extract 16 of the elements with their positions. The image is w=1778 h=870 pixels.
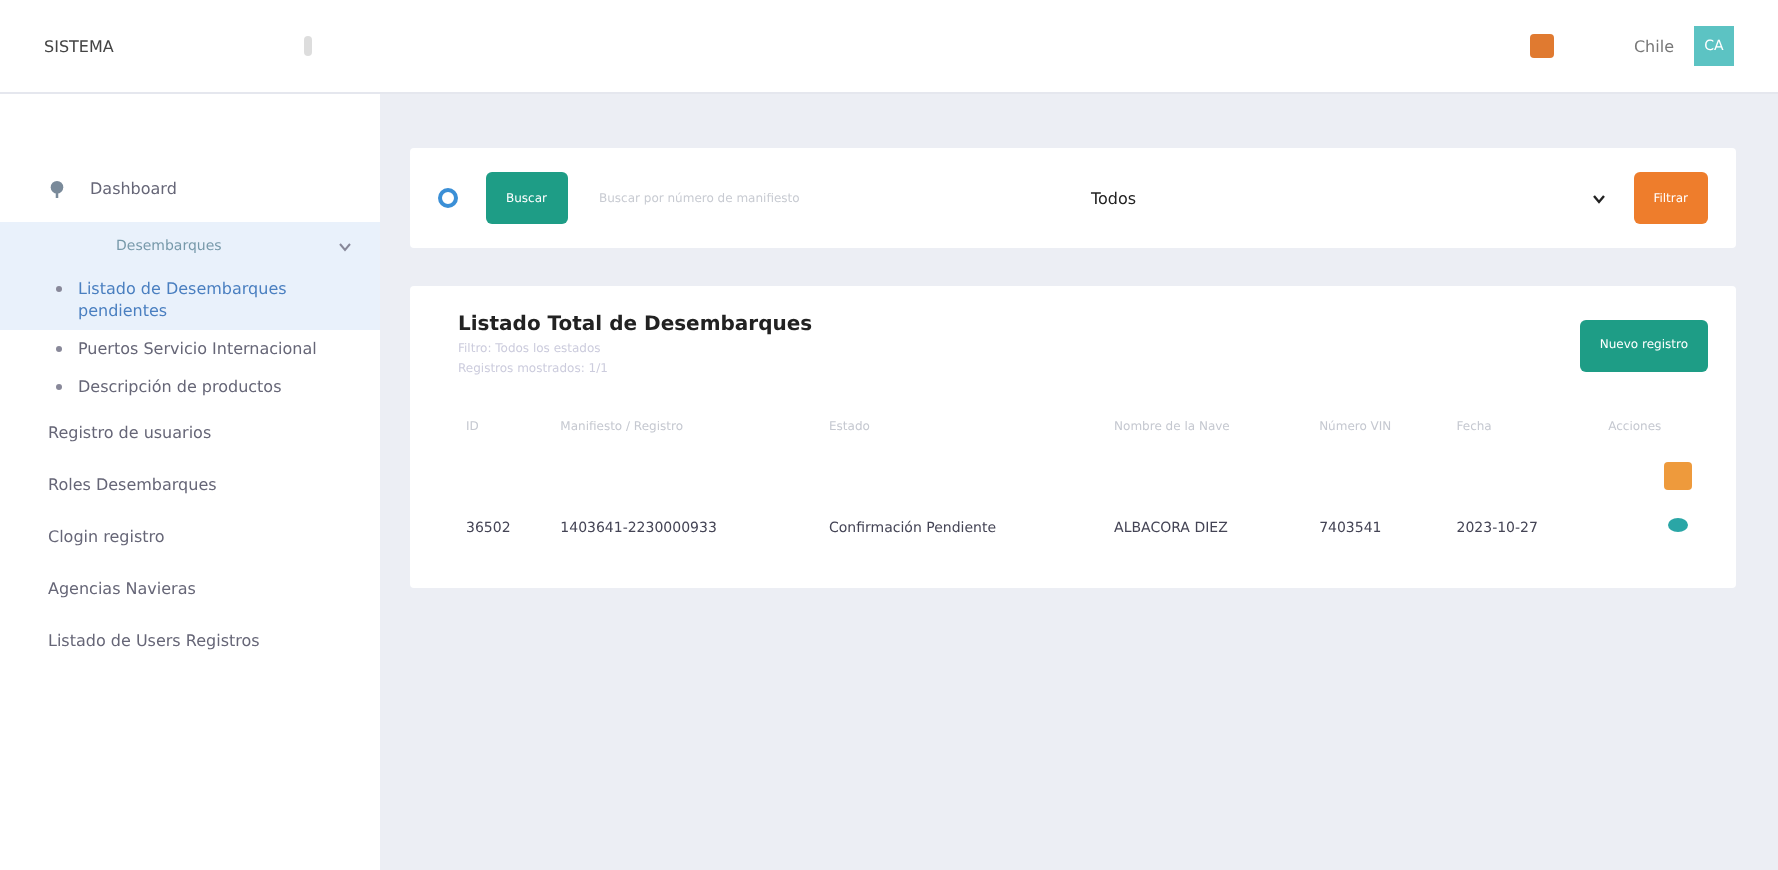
sidebar-item[interactable]: Registro de usuarios bbox=[0, 406, 380, 458]
list-title: Listado Total de Desembarques bbox=[458, 314, 813, 336]
status-select[interactable]: Todos bbox=[1091, 189, 1606, 207]
sidebar-subitem[interactable]: Descripción de productos bbox=[0, 368, 380, 406]
sidebar-subitem[interactable]: Puertos Servicio Internacional bbox=[0, 330, 380, 368]
chevron-icon bbox=[1591, 193, 1606, 203]
chevron-icon bbox=[338, 241, 352, 251]
brand-name: SISTEMA bbox=[44, 37, 116, 55]
sidebar-item[interactable]: Roles Desembarques bbox=[0, 458, 380, 510]
sidebar-subitem[interactable]: Listado de Desembarques pendientes bbox=[0, 270, 380, 330]
user-name[interactable]: Chile bbox=[1573, 37, 1674, 55]
pin-icon bbox=[48, 179, 66, 197]
sidebar-item[interactable]: Agencias Navieras bbox=[0, 562, 380, 614]
sidebar-item[interactable]: Clogin registro bbox=[0, 510, 380, 562]
sidebar-item[interactable]: Dashboard bbox=[90, 179, 177, 197]
sidebar-item[interactable]: Listado de Users Registros bbox=[0, 614, 380, 666]
